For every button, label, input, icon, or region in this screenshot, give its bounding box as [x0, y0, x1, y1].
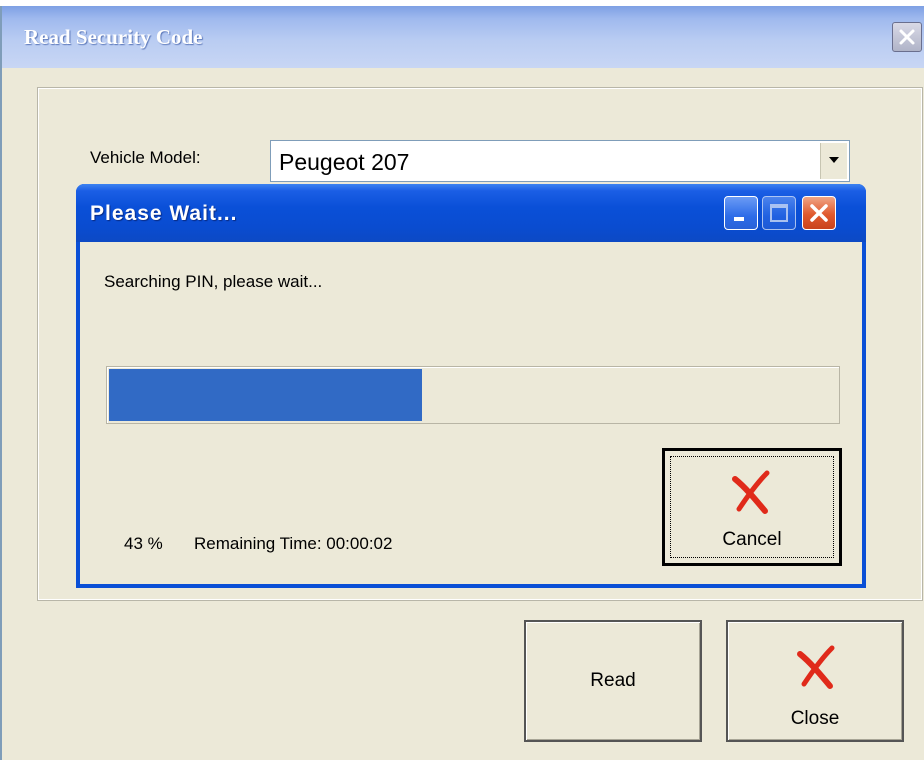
minimize-icon	[734, 217, 744, 221]
progress-percent-text: 43 %	[124, 534, 163, 553]
maximize-button[interactable]	[762, 196, 796, 230]
maximize-icon	[770, 204, 788, 222]
progress-bar-fill	[109, 369, 422, 421]
remaining-time-text: Remaining Time: 00:00:02	[194, 534, 393, 553]
close-button-label: Close	[790, 708, 840, 729]
cancel-button[interactable]: Cancel	[662, 448, 842, 566]
vehicle-model-select[interactable]: Peugeot 207	[270, 140, 850, 182]
read-button[interactable]: Read	[524, 620, 702, 742]
close-icon	[810, 204, 828, 222]
cancel-button-label: Cancel	[722, 529, 782, 550]
main-titlebar[interactable]: Read Security Code	[2, 6, 924, 68]
red-x-icon	[732, 470, 770, 514]
minimize-button[interactable]	[724, 196, 758, 230]
dialog-title: Please Wait...	[90, 202, 238, 225]
red-x-icon	[797, 645, 835, 689]
close-icon	[899, 29, 915, 45]
close-button[interactable]: Close	[726, 620, 904, 742]
dialog-body: Searching PIN, please wait... 43 % Remai…	[80, 242, 862, 584]
read-button-label: Read	[590, 670, 636, 691]
window-close-button[interactable]	[892, 22, 922, 52]
chevron-down-icon	[829, 157, 839, 163]
window-title: Read Security Code	[24, 25, 203, 49]
please-wait-dialog: Please Wait... Searching PIN, please wai…	[76, 184, 866, 588]
status-message: Searching PIN, please wait...	[104, 272, 323, 291]
dialog-close-button[interactable]	[802, 196, 836, 230]
progress-bar	[106, 366, 840, 424]
vehicle-model-label: Vehicle Model:	[90, 148, 201, 167]
dialog-titlebar[interactable]: Please Wait...	[76, 184, 866, 242]
dropdown-button[interactable]	[820, 143, 847, 179]
vehicle-model-value: Peugeot 207	[279, 149, 410, 175]
